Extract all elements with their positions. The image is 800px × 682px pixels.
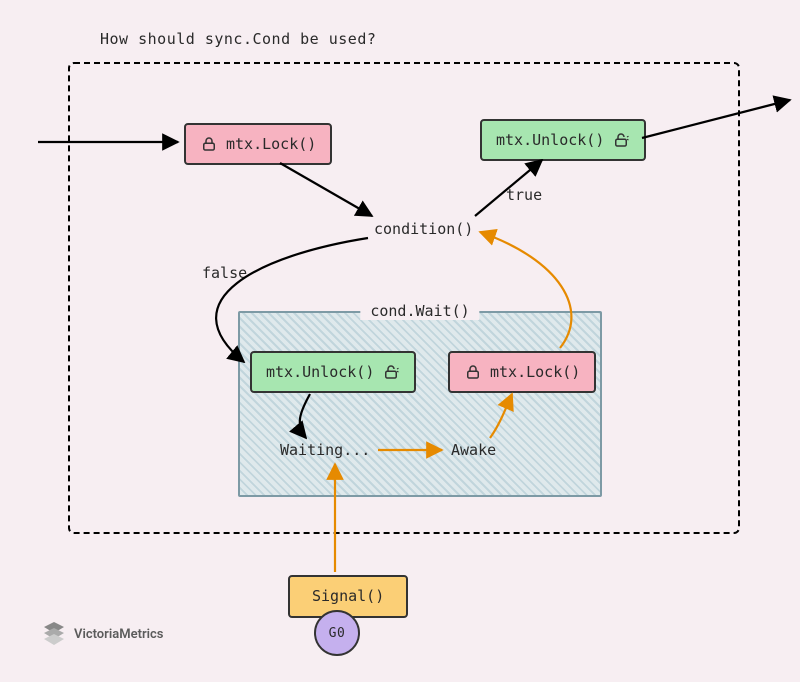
edge-label-true: true — [506, 186, 542, 204]
node-awake: Awake — [451, 441, 496, 459]
cond-wait-title: cond.Wait() — [370, 302, 469, 320]
lock-closed-icon — [200, 135, 218, 153]
brand-logo: VictoriaMetrics — [42, 622, 163, 646]
node-unlock-inner: mtx.Unlock() — [250, 351, 416, 393]
node-lock-label: mtx.Lock() — [226, 137, 316, 152]
diagram-title: How should sync.Cond be used? — [100, 30, 376, 48]
node-condition: condition() — [374, 220, 473, 238]
node-lock: mtx.Lock() — [184, 123, 332, 165]
lock-closed-icon — [464, 363, 482, 381]
node-signal: Signal() — [288, 575, 408, 618]
cond-wait-box: cond.Wait() — [238, 311, 602, 497]
node-waiting: Waiting... — [280, 441, 370, 459]
node-unlock-top-label: mtx.Unlock() — [496, 133, 604, 148]
lock-open-icon — [382, 363, 400, 381]
diagram-canvas: How should sync.Cond be used? mtx.Lock()… — [0, 0, 800, 682]
node-lock-inner: mtx.Lock() — [448, 351, 596, 393]
cond-wait-title-wrap: cond.Wait() — [360, 301, 479, 320]
node-lock-inner-label: mtx.Lock() — [490, 365, 580, 380]
goroutine-label: G0 — [329, 626, 346, 641]
brand-name: VictoriaMetrics — [74, 627, 163, 642]
goroutine-badge: G0 — [314, 610, 360, 656]
node-signal-label: Signal() — [312, 589, 384, 604]
edge-label-false: false — [202, 264, 247, 282]
node-unlock-inner-label: mtx.Unlock() — [266, 365, 374, 380]
lock-open-icon — [612, 131, 630, 149]
brand-logo-icon — [42, 622, 66, 646]
node-unlock-top: mtx.Unlock() — [480, 119, 646, 161]
